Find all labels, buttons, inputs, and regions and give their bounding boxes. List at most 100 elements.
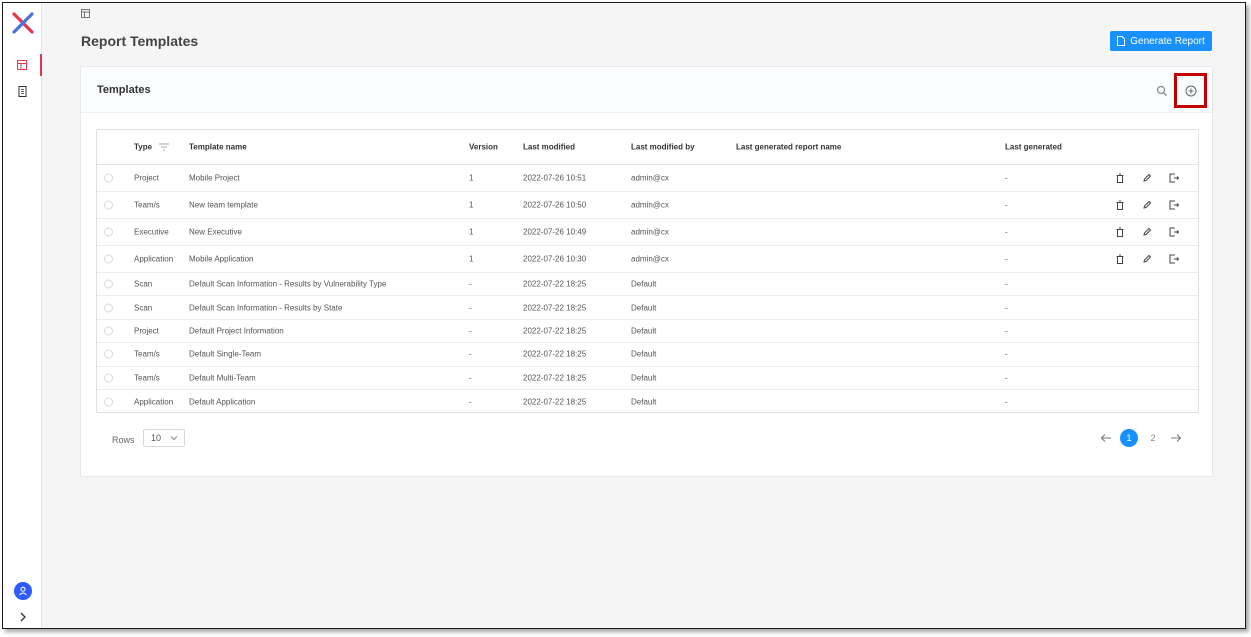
arrow-left-icon[interactable] xyxy=(1100,432,1112,444)
trash-icon[interactable] xyxy=(1115,254,1125,264)
rows-per-page-select[interactable]: 10 xyxy=(143,429,185,447)
header-type[interactable]: Type xyxy=(134,143,152,152)
row-select-radio[interactable] xyxy=(104,326,113,336)
rows-per-page-label: Rows xyxy=(112,435,135,445)
export-icon[interactable] xyxy=(1169,227,1179,237)
header-last-generated: Last generated xyxy=(1005,142,1062,152)
cell-version: 1 xyxy=(469,227,474,237)
export-icon[interactable] xyxy=(1169,200,1179,210)
cell-last-generated: - xyxy=(1005,326,1008,336)
cell-last-generated: - xyxy=(1005,349,1008,359)
cell-template-name: Mobile Application xyxy=(189,254,254,264)
cell-last-modified-by: admin@cx xyxy=(631,254,669,264)
cell-version: - xyxy=(469,326,472,336)
cell-type: Team/s xyxy=(134,200,160,210)
header-template-name: Template name xyxy=(189,142,247,152)
filter-icon[interactable] xyxy=(159,143,169,151)
header-version: Version xyxy=(469,142,498,152)
generate-report-label: Generate Report xyxy=(1130,35,1205,47)
sidebar-item-documents[interactable] xyxy=(3,80,42,102)
table-row[interactable]: Scan Default Scan Information - Results … xyxy=(97,296,1198,320)
arrow-right-icon[interactable] xyxy=(1170,432,1182,444)
cell-last-modified: 2022-07-26 10:51 xyxy=(523,173,587,183)
page-2-button[interactable]: 2 xyxy=(1144,429,1162,447)
table-row[interactable]: Application Default Application - 2022-0… xyxy=(97,390,1198,413)
row-select-radio[interactable] xyxy=(104,303,113,313)
export-icon[interactable] xyxy=(1169,254,1179,264)
cell-template-name: New Executive xyxy=(189,227,242,237)
cell-last-modified-by: Default xyxy=(631,303,657,313)
cell-version: - xyxy=(469,303,472,313)
pencil-icon[interactable] xyxy=(1142,227,1152,237)
row-select-radio[interactable] xyxy=(104,173,113,183)
table-row[interactable]: Team/s Default Multi-Team - 2022-07-22 1… xyxy=(97,367,1198,390)
cell-last-modified-by: Default xyxy=(631,326,657,336)
pencil-icon[interactable] xyxy=(1142,200,1152,210)
export-icon[interactable] xyxy=(1169,173,1179,183)
table-row[interactable]: Project Default Project Information - 20… xyxy=(97,320,1198,344)
table-row[interactable]: Team/s New team template 1 2022-07-26 10… xyxy=(97,192,1198,219)
card-header: Templates xyxy=(81,67,1212,113)
trash-icon[interactable] xyxy=(1115,227,1125,237)
cell-version: 1 xyxy=(469,200,474,210)
row-select-radio[interactable] xyxy=(104,279,113,289)
sidebar-item-reports[interactable] xyxy=(3,54,42,76)
user-avatar[interactable] xyxy=(14,582,32,600)
cell-template-name: Default Scan Information - Results by Vu… xyxy=(189,279,387,289)
cell-type: Executive xyxy=(134,227,169,237)
search-icon[interactable] xyxy=(1156,85,1168,97)
row-select-radio[interactable] xyxy=(104,397,113,407)
generate-report-button[interactable]: Generate Report xyxy=(1110,31,1212,51)
row-select-radio[interactable] xyxy=(104,373,113,383)
cell-last-generated: - xyxy=(1005,279,1008,289)
table-row[interactable]: Scan Default Scan Information - Results … xyxy=(97,273,1198,297)
add-template-button[interactable] xyxy=(1174,73,1207,108)
templates-card: Templates Type Template name Version Las… xyxy=(80,66,1213,477)
cell-last-modified: 2022-07-26 10:49 xyxy=(523,227,587,237)
cell-last-modified-by: Default xyxy=(631,279,657,289)
cell-last-generated: - xyxy=(1005,303,1008,313)
table-row[interactable]: Team/s Default Single-Team - 2022-07-22 … xyxy=(97,343,1198,367)
cell-last-modified-by: Default xyxy=(631,397,657,407)
table-row[interactable]: Application Mobile Application 1 2022-07… xyxy=(97,246,1198,273)
row-select-radio[interactable] xyxy=(104,227,113,237)
rows-per-page-value: 10 xyxy=(151,433,162,443)
cell-last-modified-by: Default xyxy=(631,349,657,359)
pencil-icon[interactable] xyxy=(1142,173,1152,183)
page-title: Report Templates xyxy=(81,33,199,49)
cell-version: 1 xyxy=(469,254,474,264)
trash-icon[interactable] xyxy=(1115,200,1125,210)
cell-template-name: Mobile Project xyxy=(189,173,240,183)
row-select-radio[interactable] xyxy=(104,254,113,264)
app-logo-icon[interactable] xyxy=(11,11,35,35)
row-select-radio[interactable] xyxy=(104,200,113,210)
expand-sidebar-button[interactable] xyxy=(16,610,30,624)
table-row[interactable]: Project Mobile Project 1 2022-07-26 10:5… xyxy=(97,165,1198,192)
header-last-modified-by: Last modified by xyxy=(631,142,695,152)
cell-type: Scan xyxy=(134,279,153,289)
cell-type: Team/s xyxy=(134,349,160,359)
cell-last-modified: 2022-07-22 18:25 xyxy=(523,397,587,407)
table-row[interactable]: Executive New Executive 1 2022-07-26 10:… xyxy=(97,219,1198,246)
cell-template-name: New team template xyxy=(189,200,258,210)
cell-template-name: Default Multi-Team xyxy=(189,373,256,383)
cell-last-modified-by: Default xyxy=(631,373,657,383)
row-select-radio[interactable] xyxy=(104,349,113,359)
cell-type: Project xyxy=(134,173,159,183)
cell-last-generated: - xyxy=(1005,373,1008,383)
header-last-report-name: Last generated report name xyxy=(736,142,842,152)
cell-last-modified: 2022-07-22 18:25 xyxy=(523,349,587,359)
cell-type: Application xyxy=(134,397,174,407)
app-window: Report Templates Generate Report Templat… xyxy=(2,2,1246,629)
card-title: Templates xyxy=(97,84,151,96)
cell-last-modified-by: admin@cx xyxy=(631,173,669,183)
page-1-button[interactable]: 1 xyxy=(1120,429,1138,447)
cell-template-name: Default Single-Team xyxy=(189,349,262,359)
cell-last-generated: - xyxy=(1005,227,1008,237)
breadcrumb-report-icon[interactable] xyxy=(81,9,91,19)
trash-icon[interactable] xyxy=(1115,173,1125,183)
cell-type: Team/s xyxy=(134,373,160,383)
chevron-down-icon xyxy=(170,436,178,441)
table-header-row: Type Template name Version Last modified… xyxy=(97,130,1198,165)
pencil-icon[interactable] xyxy=(1142,254,1152,264)
